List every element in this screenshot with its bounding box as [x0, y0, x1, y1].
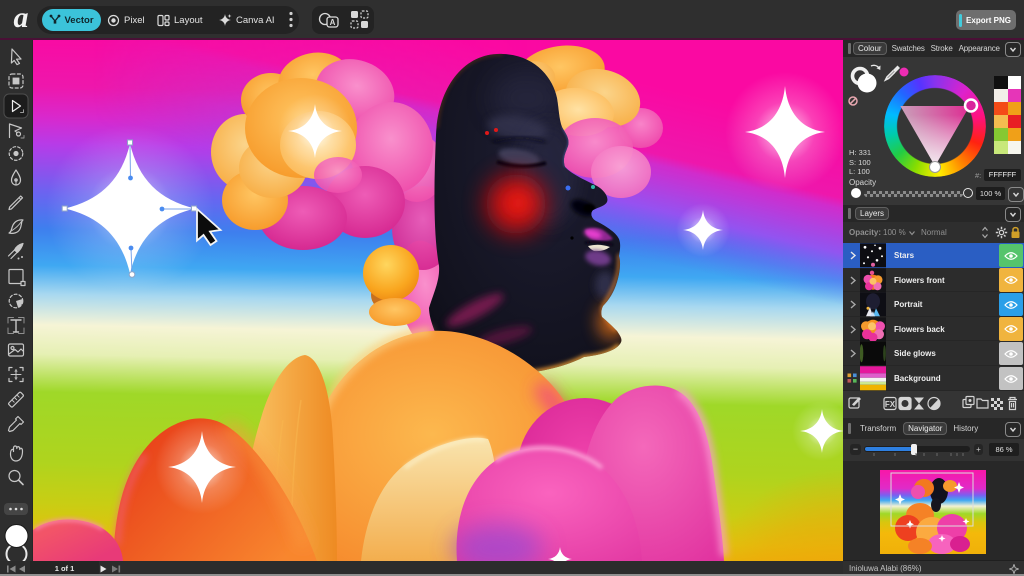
svg-text:A: A [330, 18, 336, 27]
svg-text:FX: FX [885, 400, 896, 409]
